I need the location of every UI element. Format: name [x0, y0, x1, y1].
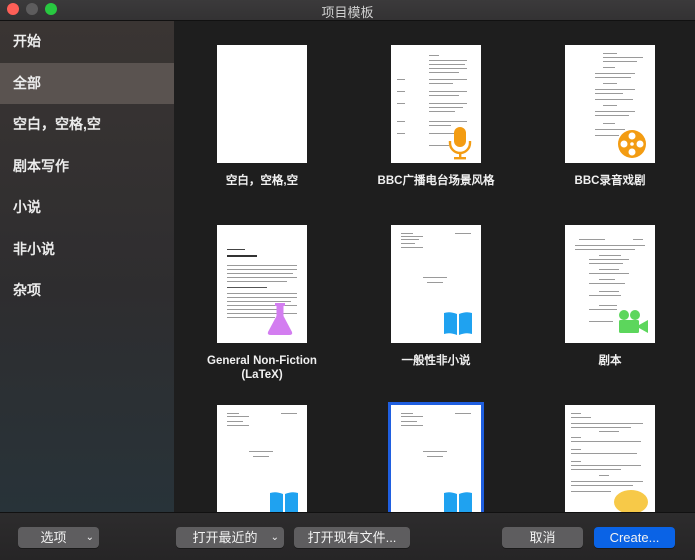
template-thumbnail[interactable]	[565, 225, 655, 343]
template-tile[interactable]	[536, 381, 686, 512]
sidebar: 开始 全部 空白，空格,空 剧本写作 小说 非小说 杂项	[0, 21, 174, 512]
template-thumbnail[interactable]	[391, 225, 481, 343]
chevron-down-icon: ⌄	[85, 532, 94, 543]
sidebar-item-non-fiction[interactable]: 非小说	[0, 229, 174, 271]
chevron-down-icon: ⌄	[270, 532, 279, 543]
template-label: 空白，空格,空	[225, 175, 299, 187]
book-icon	[444, 492, 472, 512]
sidebar-item-fiction[interactable]: 小说	[0, 187, 174, 229]
template-tile[interactable]	[188, 381, 338, 512]
options-label: 选项	[40, 530, 67, 545]
template-label: 一般性非小说	[401, 355, 471, 367]
template-thumbnail[interactable]	[217, 405, 307, 512]
create-button[interactable]: Create...	[594, 527, 675, 548]
template-label: General Non-Fiction (LaTeX)	[207, 355, 317, 381]
template-label: 剧本	[598, 355, 622, 367]
template-thumbnail[interactable]	[391, 45, 481, 163]
book-icon	[270, 492, 298, 512]
open-existing-file-button[interactable]: 打开现有文件...	[294, 527, 410, 548]
template-thumbnail[interactable]	[217, 45, 307, 163]
options-button[interactable]: 选项 ⌄	[18, 527, 99, 548]
speech-bubble-icon	[614, 490, 648, 512]
bottom-toolbar: 选项 ⌄ 打开最近的 ⌄ 打开现有文件... 取消 Create...	[0, 512, 695, 560]
sidebar-item-all[interactable]: 全部	[0, 62, 174, 104]
template-label: BBC广播电台场景风格	[377, 175, 495, 187]
open-recent-button[interactable]: 打开最近的 ⌄	[176, 527, 284, 548]
open-recent-label: 打开最近的	[192, 530, 258, 545]
title-bar[interactable]: 项目模板	[0, 0, 695, 21]
sidebar-item-blank[interactable]: 空白，空格,空	[0, 104, 174, 146]
project-templates-window: 项目模板 开始 全部 空白，空格,空 剧本写作 小说 非小说 杂项 空白，空格,…	[0, 0, 695, 560]
sidebar-item-scriptwriting[interactable]: 剧本写作	[0, 146, 174, 188]
book-icon	[444, 312, 472, 335]
cancel-button[interactable]: 取消	[502, 527, 583, 548]
template-thumbnail[interactable]	[565, 405, 655, 512]
template-tile[interactable]: 空白，空格,空	[188, 21, 338, 191]
template-thumbnail[interactable]	[565, 45, 655, 163]
template-tile[interactable]: BBC广播电台场景风格	[362, 21, 512, 191]
template-tile[interactable]: General Non-Fiction (LaTeX)	[188, 201, 338, 381]
template-tile[interactable]: 剧本	[536, 201, 686, 371]
film-reel-icon	[618, 130, 646, 158]
window-title: 项目模板	[321, 5, 374, 20]
sidebar-item-start[interactable]: 开始	[0, 21, 174, 63]
template-tile[interactable]: 一般性非小说	[362, 201, 512, 371]
template-grid: 空白，空格,空 BBC广播电台场景风格 BBC录音戏剧 General Non-…	[175, 21, 695, 512]
template-tile-selected[interactable]	[362, 381, 512, 512]
video-camera-icon	[619, 310, 648, 333]
sidebar-item-misc[interactable]: 杂项	[0, 270, 174, 312]
microphone-icon	[448, 127, 472, 160]
template-label: BBC录音戏剧	[574, 175, 646, 187]
flask-icon	[267, 303, 293, 335]
template-thumbnail[interactable]	[388, 402, 484, 512]
template-tile[interactable]: BBC录音戏剧	[536, 21, 686, 191]
template-thumbnail[interactable]	[217, 225, 307, 343]
